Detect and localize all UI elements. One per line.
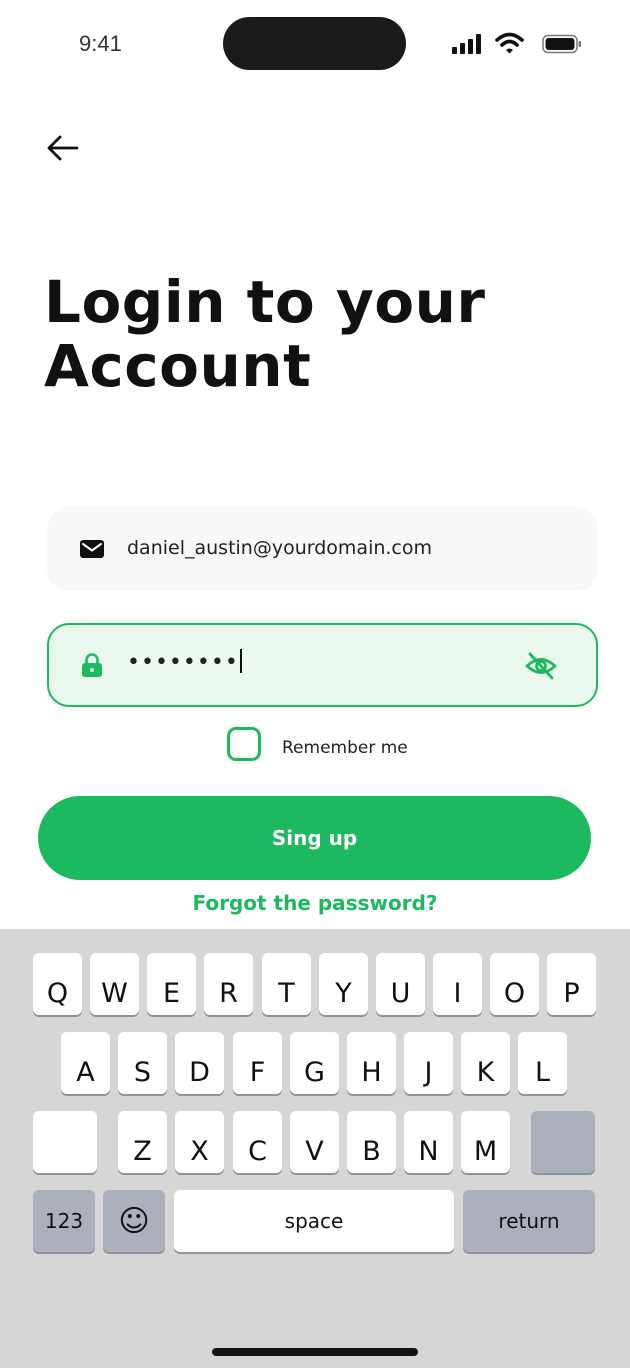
lock-icon — [82, 653, 102, 677]
key-s[interactable]: S — [118, 1032, 167, 1094]
key-r[interactable]: R — [204, 953, 253, 1015]
key-u[interactable]: U — [376, 953, 425, 1015]
key-f[interactable]: F — [233, 1032, 282, 1094]
key-a[interactable]: A — [61, 1032, 110, 1094]
key-e[interactable]: E — [147, 953, 196, 1015]
key-l[interactable]: L — [518, 1032, 567, 1094]
key-k[interactable]: K — [461, 1032, 510, 1094]
key-m[interactable]: M — [461, 1111, 510, 1173]
key-n[interactable]: N — [404, 1111, 453, 1173]
key-q[interactable]: Q — [33, 953, 82, 1015]
page-title: Login to your Account — [44, 270, 486, 398]
return-key[interactable]: return — [463, 1190, 595, 1252]
key-z[interactable]: Z — [118, 1111, 167, 1173]
emoji-key[interactable]: ☺ — [103, 1190, 165, 1252]
page-title-line2: Account — [44, 332, 312, 400]
forgot-password-link[interactable]: Forgot the password? — [0, 891, 630, 915]
email-value: daniel_austin@yourdomain.com — [127, 537, 433, 559]
key-y[interactable]: Y — [319, 953, 368, 1015]
key-c[interactable]: C — [233, 1111, 282, 1173]
wifi-icon — [495, 32, 524, 54]
password-value: •••••••• — [127, 649, 242, 675]
key-w[interactable]: W — [90, 953, 139, 1015]
key-p[interactable]: P — [547, 953, 596, 1015]
sign-up-button[interactable]: Sing up — [38, 796, 591, 880]
home-indicator[interactable] — [212, 1348, 418, 1356]
keyboard: Q W E R T Y U I O P A S D F G H J K L Z … — [0, 929, 630, 1368]
mail-icon — [80, 540, 104, 558]
cellular-signal-icon — [452, 34, 481, 54]
back-arrow-icon[interactable] — [46, 132, 80, 164]
key-d[interactable]: D — [175, 1032, 224, 1094]
key-v[interactable]: V — [290, 1111, 339, 1173]
key-g[interactable]: G — [290, 1032, 339, 1094]
page-title-line1: Login to your — [44, 268, 486, 336]
sign-up-button-label: Sing up — [271, 826, 358, 850]
key-t[interactable]: T — [262, 953, 311, 1015]
key-o[interactable]: O — [490, 953, 539, 1015]
remember-me-checkbox[interactable] — [227, 727, 261, 761]
remember-me-label: Remember me — [282, 738, 408, 758]
eye-off-icon[interactable] — [525, 651, 557, 681]
key-b[interactable]: B — [347, 1111, 396, 1173]
key-i[interactable]: I — [433, 953, 482, 1015]
status-time: 9:41 — [79, 31, 122, 56]
delete-key[interactable] — [531, 1111, 595, 1173]
key-j[interactable]: J — [404, 1032, 453, 1094]
key-h[interactable]: H — [347, 1032, 396, 1094]
email-field[interactable]: daniel_austin@yourdomain.com — [47, 507, 598, 591]
password-field[interactable]: •••••••• — [47, 623, 598, 707]
space-key[interactable]: space — [174, 1190, 454, 1252]
key-x[interactable]: X — [175, 1111, 224, 1173]
shift-key[interactable] — [33, 1111, 97, 1173]
numbers-key[interactable]: 123 — [33, 1190, 95, 1252]
password-dots: •••••••• — [127, 650, 239, 675]
dynamic-island — [223, 17, 406, 70]
battery-icon — [542, 34, 581, 54]
text-caret — [239, 649, 242, 673]
